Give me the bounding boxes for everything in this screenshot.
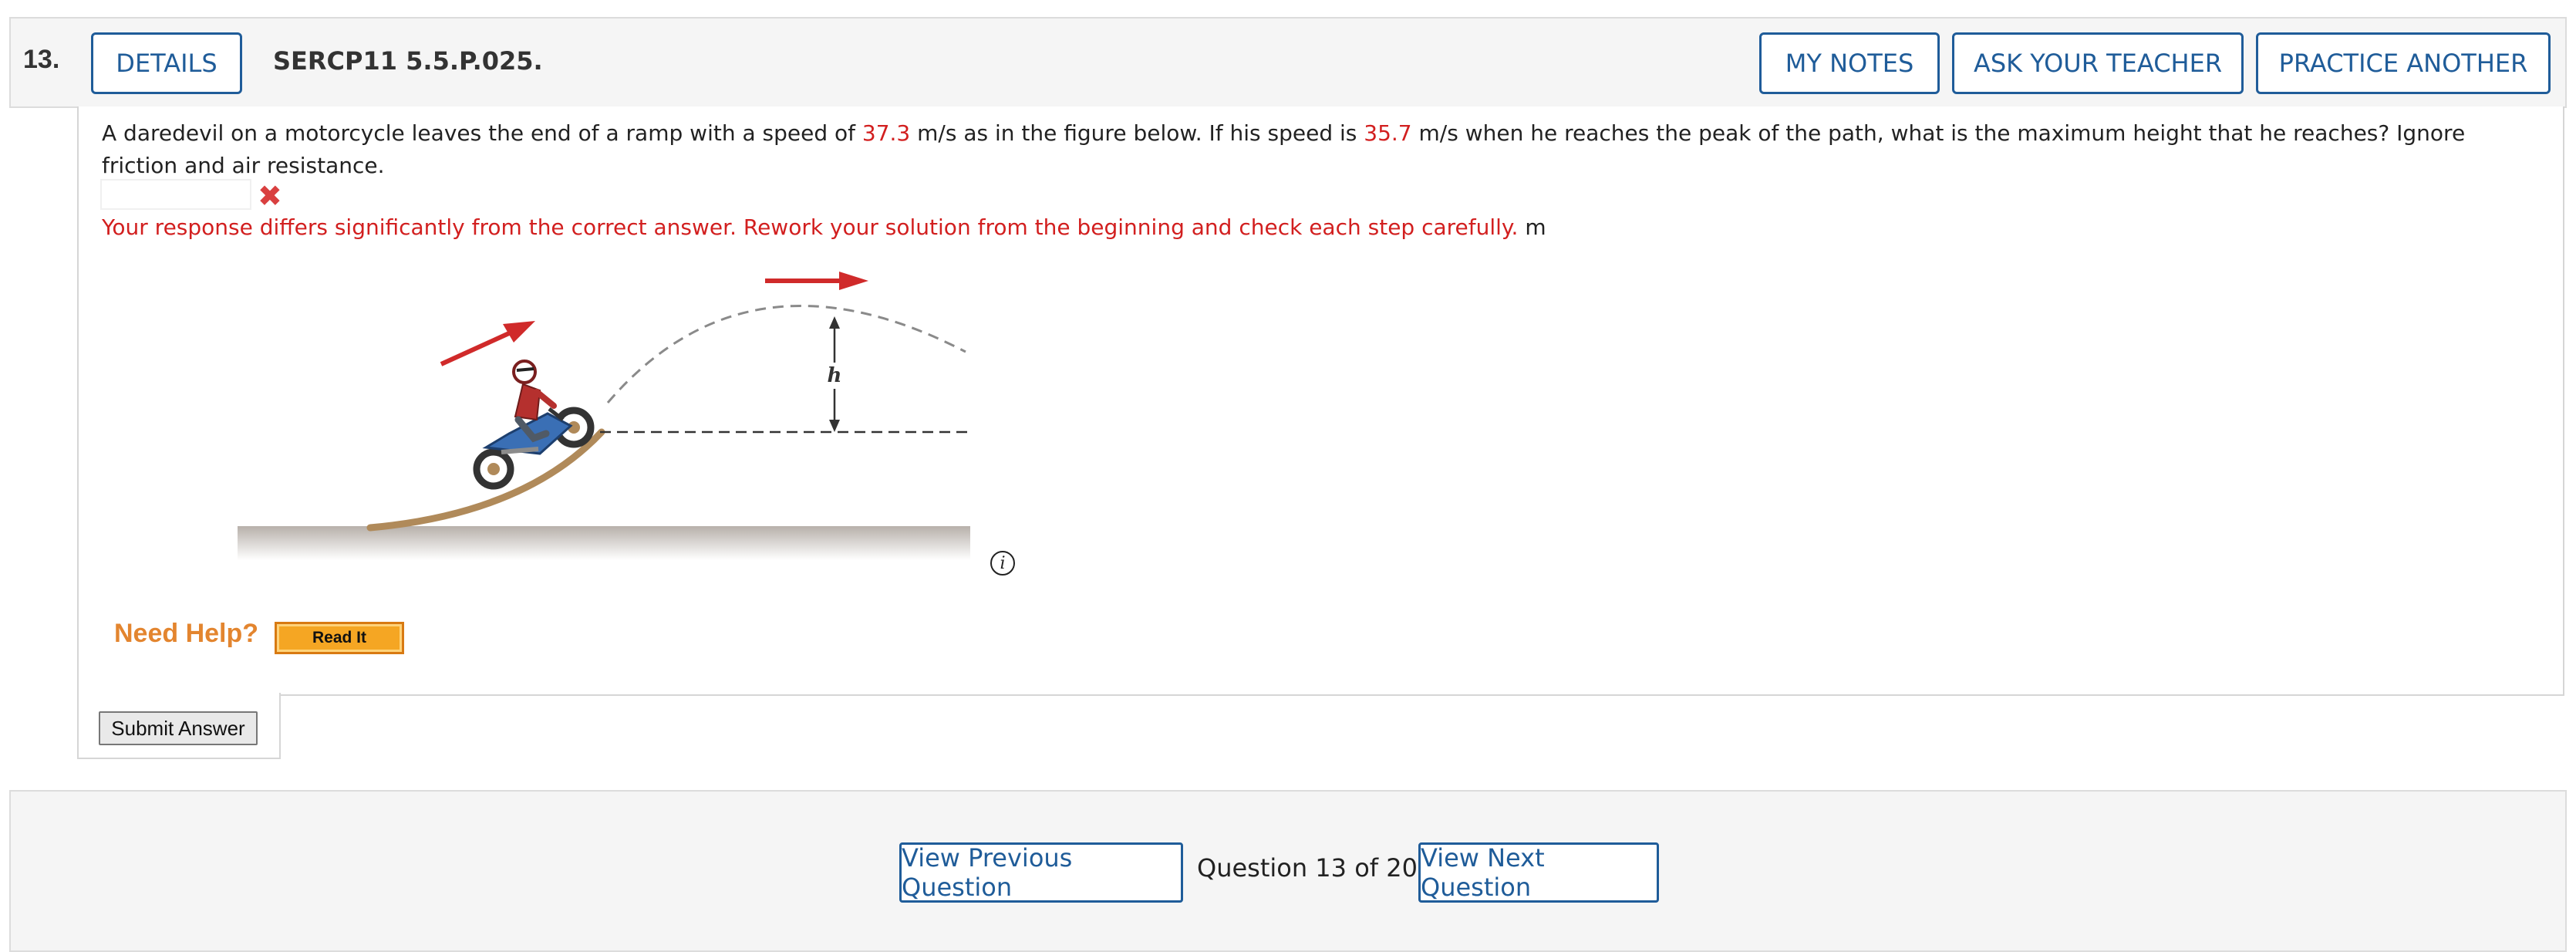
question-text-part: A daredevil on a motorcycle leaves the e… xyxy=(102,120,862,146)
height-arrow-head-down xyxy=(829,420,840,432)
peak-speed-value: 35.7 xyxy=(1364,120,1412,146)
read-it-button[interactable]: Read It xyxy=(275,622,404,654)
question-text: A daredevil on a motorcycle leaves the e… xyxy=(102,117,2531,182)
motorcycle-ramp-figure: h xyxy=(238,272,970,560)
ask-your-teacher-button[interactable]: ASK YOUR TEACHER xyxy=(1952,32,2244,94)
answer-feedback: Your response differs significantly from… xyxy=(102,212,1546,243)
submit-answer-button[interactable]: Submit Answer xyxy=(99,711,258,745)
question-number: 13. xyxy=(23,45,60,74)
initial-speed-value: 37.3 xyxy=(861,120,911,146)
view-previous-question-button[interactable]: View Previous Question xyxy=(899,842,1183,903)
height-arrow-head-up xyxy=(829,316,840,329)
question-counter: Question 13 of 20 xyxy=(1197,853,1418,883)
height-label: h xyxy=(828,364,842,387)
view-next-question-button[interactable]: View Next Question xyxy=(1418,842,1659,903)
peak-velocity-arrow-head xyxy=(839,272,868,290)
x-mark-icon: ✖ xyxy=(258,179,282,213)
feedback-message: Your response differs significantly from… xyxy=(102,214,1519,240)
practice-another-button[interactable]: PRACTICE ANOTHER xyxy=(2256,32,2551,94)
ground xyxy=(238,526,970,560)
details-button[interactable]: DETAILS xyxy=(91,32,242,94)
launch-velocity-arrow-head xyxy=(503,321,535,343)
answer-unit: m xyxy=(1525,214,1546,240)
motorcycle-rider xyxy=(473,360,595,490)
info-icon[interactable]: i xyxy=(990,551,1015,576)
answer-input[interactable] xyxy=(100,179,251,210)
need-help-label: Need Help? xyxy=(114,619,259,648)
question-text-part: m/s as in the figure below. If his speed… xyxy=(910,120,1364,146)
my-notes-button[interactable]: MY NOTES xyxy=(1759,32,1940,94)
trajectory-path xyxy=(606,304,966,403)
problem-id: SERCP11 5.5.P.025. xyxy=(273,46,543,76)
launch-velocity-arrow xyxy=(440,331,511,366)
